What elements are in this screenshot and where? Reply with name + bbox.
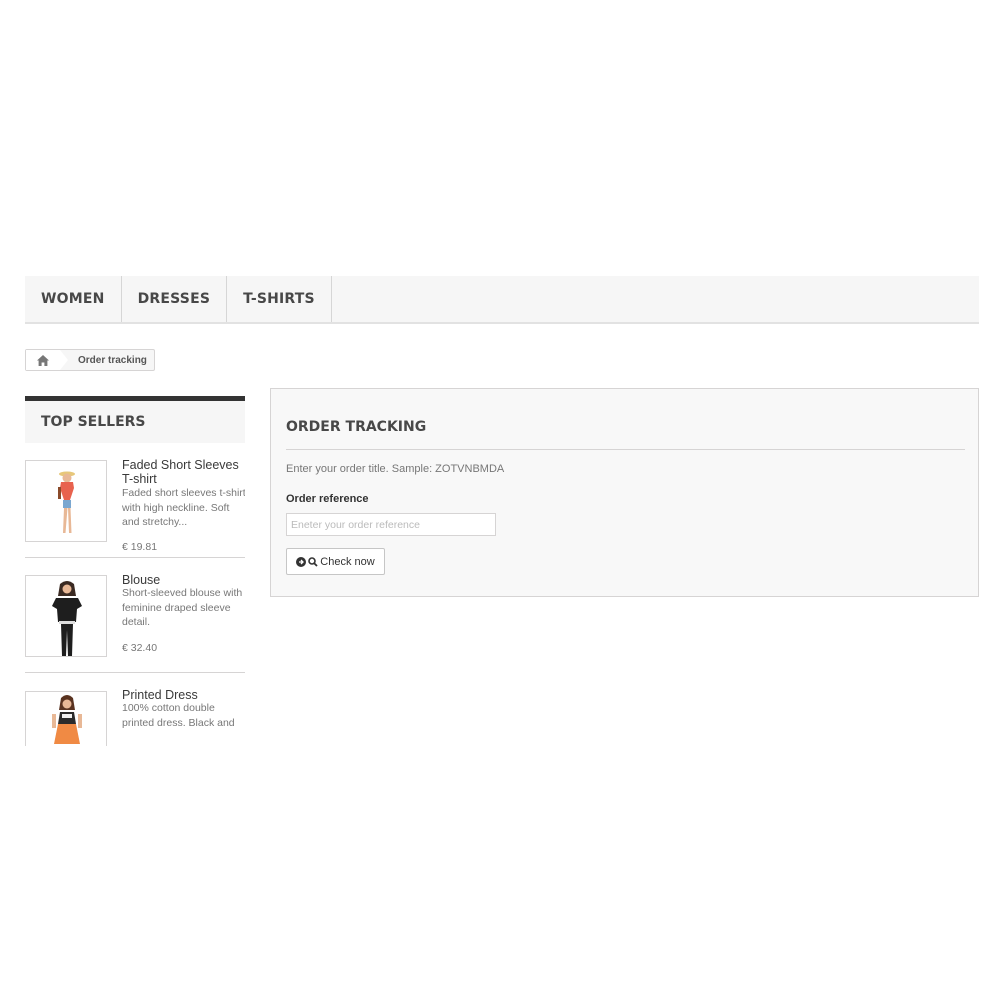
product-description: Short-sleeved blouse with feminine drape… <box>122 587 243 628</box>
breadcrumb-separator <box>60 350 68 370</box>
order-tracking-panel: ORDER TRACKING Enter your order title. S… <box>270 388 979 597</box>
product-image[interactable] <box>25 691 107 746</box>
product-image[interactable] <box>25 460 107 542</box>
breadcrumb-home-link[interactable] <box>26 350 68 370</box>
list-item: Faded Short Sleeves T-shirt Faded short … <box>25 443 245 558</box>
order-tracking-hint: Enter your order title. Sample: ZOTVNBMD… <box>286 463 505 475</box>
check-now-label: Check now <box>320 555 375 568</box>
check-now-button[interactable]: Check now <box>286 548 385 575</box>
home-icon <box>37 354 49 366</box>
top-sellers-title[interactable]: TOP SELLERS <box>25 396 245 443</box>
top-sellers-block: TOP SELLERS Faded Short Sleeves T-shirt … <box>25 396 245 746</box>
menu-item-dresses[interactable]: DRESSES <box>122 276 228 322</box>
arrow-circle-right-icon <box>296 556 307 567</box>
product-name-link[interactable]: Faded Short Sleeves T-shirt <box>122 458 242 486</box>
breadcrumb: Order tracking <box>25 349 155 371</box>
menu-item-label: T-SHIRTS <box>243 291 315 307</box>
top-menu: WOMEN DRESSES T-SHIRTS <box>25 276 979 324</box>
product-name-link[interactable]: Blouse <box>122 573 242 587</box>
order-reference-input[interactable] <box>286 513 496 536</box>
list-item: Blouse Short-sleeved blouse with feminin… <box>25 558 245 673</box>
search-icon <box>308 556 318 567</box>
product-image[interactable] <box>25 575 107 657</box>
order-reference-label: Order reference <box>286 493 369 505</box>
product-name-link[interactable]: Printed Dress <box>122 688 242 702</box>
breadcrumb-current: Order tracking <box>78 354 147 366</box>
product-price: € 19.81 <box>122 541 158 553</box>
menu-item-label: DRESSES <box>137 291 211 307</box>
menu-item-label: WOMEN <box>41 291 105 307</box>
menu-item-t-shirts[interactable]: T-SHIRTS <box>227 276 332 322</box>
list-item: Printed Dress 100% cotton double printed… <box>25 673 245 746</box>
product-description: Faded short sleeves t-shirt with high ne… <box>122 487 245 528</box>
product-price: € 32.40 <box>122 642 158 654</box>
menu-item-women[interactable]: WOMEN <box>25 276 122 322</box>
top-sellers-title-text: TOP SELLERS <box>41 414 146 430</box>
page-title: ORDER TRACKING <box>286 419 965 450</box>
product-description: 100% cotton double printed dress. Black … <box>122 702 235 729</box>
